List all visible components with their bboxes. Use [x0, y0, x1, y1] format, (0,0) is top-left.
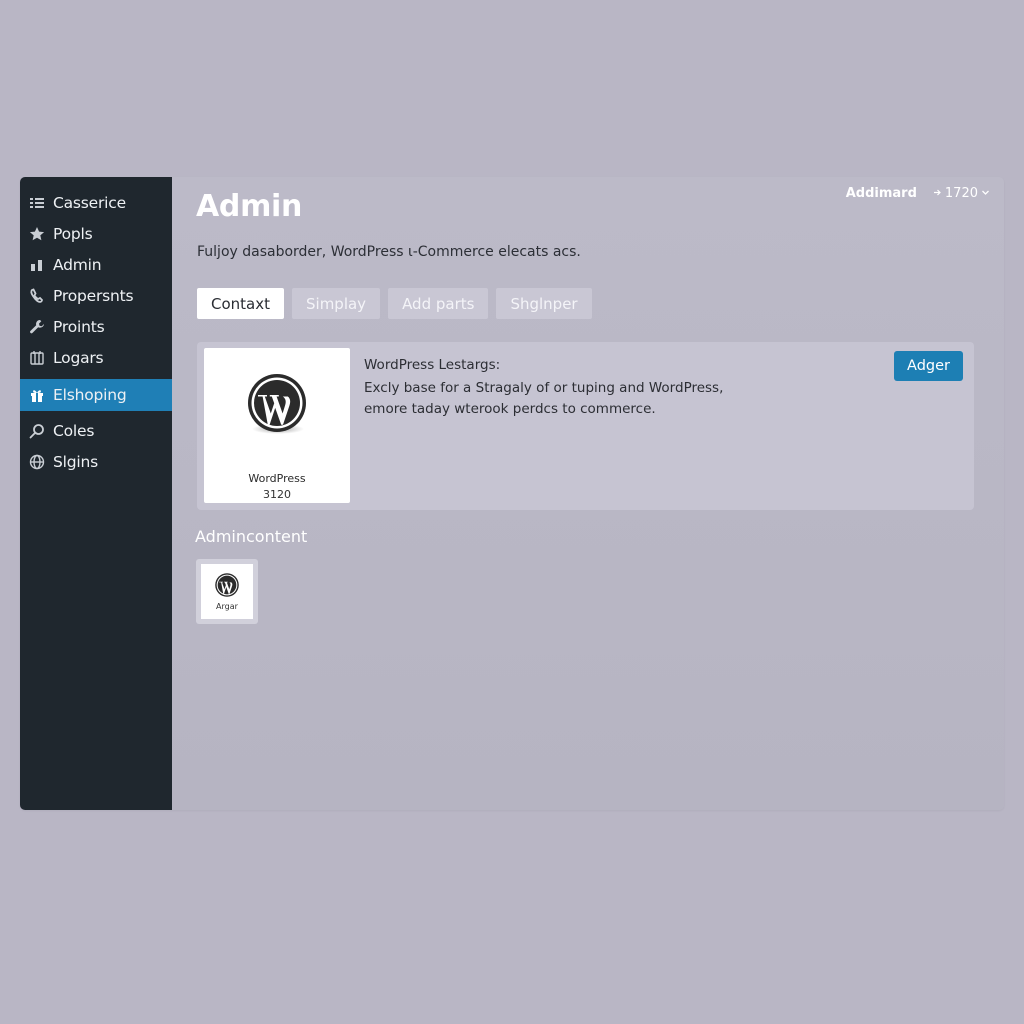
card-title: WordPress Lestargs: [364, 357, 501, 373]
thumbnail-title: WordPress [248, 472, 306, 485]
wordpress-logo-icon [248, 374, 306, 434]
plugin-card: WordPress 3120 WordPress Lestargs: Excly… [197, 342, 974, 510]
tab-bar: Contaxt Simplay Add parts Shglnper [197, 288, 592, 319]
arrow-right-icon [933, 186, 942, 201]
wordpress-logo-icon [215, 573, 239, 597]
thumbnail-number: 3120 [263, 488, 291, 501]
sidebar-item-label: Proints [53, 317, 105, 336]
chevron-down-icon [981, 186, 990, 201]
plugin-thumbnail[interactable]: WordPress 3120 [204, 348, 350, 503]
search-icon [29, 423, 45, 439]
sidebar: Casserice Popls Admin Propersnts Proints [20, 177, 180, 810]
sidebar-item-proints[interactable]: Proints [20, 311, 172, 342]
tab-shglnper[interactable]: Shglnper [496, 288, 592, 319]
phone-icon [29, 287, 45, 304]
tab-contaxt[interactable]: Contaxt [197, 288, 284, 319]
sidebar-item-casserice[interactable]: Casserice [20, 187, 172, 218]
bar-chart-icon [29, 257, 45, 273]
adger-button[interactable]: Adger [894, 351, 963, 381]
sidebar-item-label: Popls [53, 224, 93, 243]
tab-add-parts[interactable]: Add parts [388, 288, 489, 319]
sidebar-item-popls[interactable]: Popls [20, 218, 172, 249]
sidebar-item-admin[interactable]: Admin [20, 249, 172, 280]
content-thumbnail[interactable]: Argar [196, 559, 258, 624]
sidebar-item-propersnts[interactable]: Propersnts [20, 280, 172, 311]
sidebar-item-label: Elshoping [53, 386, 127, 404]
counter-dropdown[interactable]: 1720 [933, 186, 990, 201]
sidebar-item-label: Coles [53, 421, 95, 440]
sidebar-item-label: Logars [53, 348, 104, 367]
sidebar-item-label: Slgins [53, 452, 98, 471]
main-content: Admin Addimard 1720 Fuljoy dasaborder, W… [172, 177, 1004, 810]
page-title: Admin [196, 189, 303, 224]
content-thumbnail-label: Argar [216, 602, 238, 611]
sidebar-item-elshoping[interactable]: Elshoping [20, 379, 180, 411]
page-subtitle: Fuljoy dasaborder, WordPress ι-Commerce … [197, 244, 581, 260]
sidebar-item-label: Propersnts [53, 286, 134, 305]
card-description-line: emore taday wterook perdcs to commerce. [364, 401, 656, 417]
sidebar-item-slgins[interactable]: Slgins [20, 446, 172, 477]
gift-icon [29, 387, 45, 403]
globe-icon [29, 454, 45, 470]
admin-window: Casserice Popls Admin Propersnts Proints [20, 177, 1004, 810]
sidebar-item-logars[interactable]: Logars [20, 342, 172, 373]
star-icon [29, 226, 45, 242]
sidebar-item-label: Admin [53, 255, 102, 274]
counter-value: 1720 [944, 186, 978, 201]
calendar-icon [29, 350, 45, 366]
tab-simplay[interactable]: Simplay [292, 288, 381, 319]
wrench-icon [29, 319, 45, 335]
card-description-line: Excly base for a Stragaly of or tuping a… [364, 380, 724, 396]
card-description: Excly base for a Stragaly of or tuping a… [364, 378, 764, 420]
top-right-bar: Addimard 1720 [846, 186, 990, 201]
list-icon [29, 195, 45, 211]
section-title: Admincontent [195, 527, 308, 546]
content-thumbnail-inner: Argar [201, 564, 253, 619]
sidebar-item-label: Casserice [53, 193, 126, 212]
sidebar-item-coles[interactable]: Coles [20, 415, 172, 446]
user-menu[interactable]: Addimard [846, 186, 917, 201]
